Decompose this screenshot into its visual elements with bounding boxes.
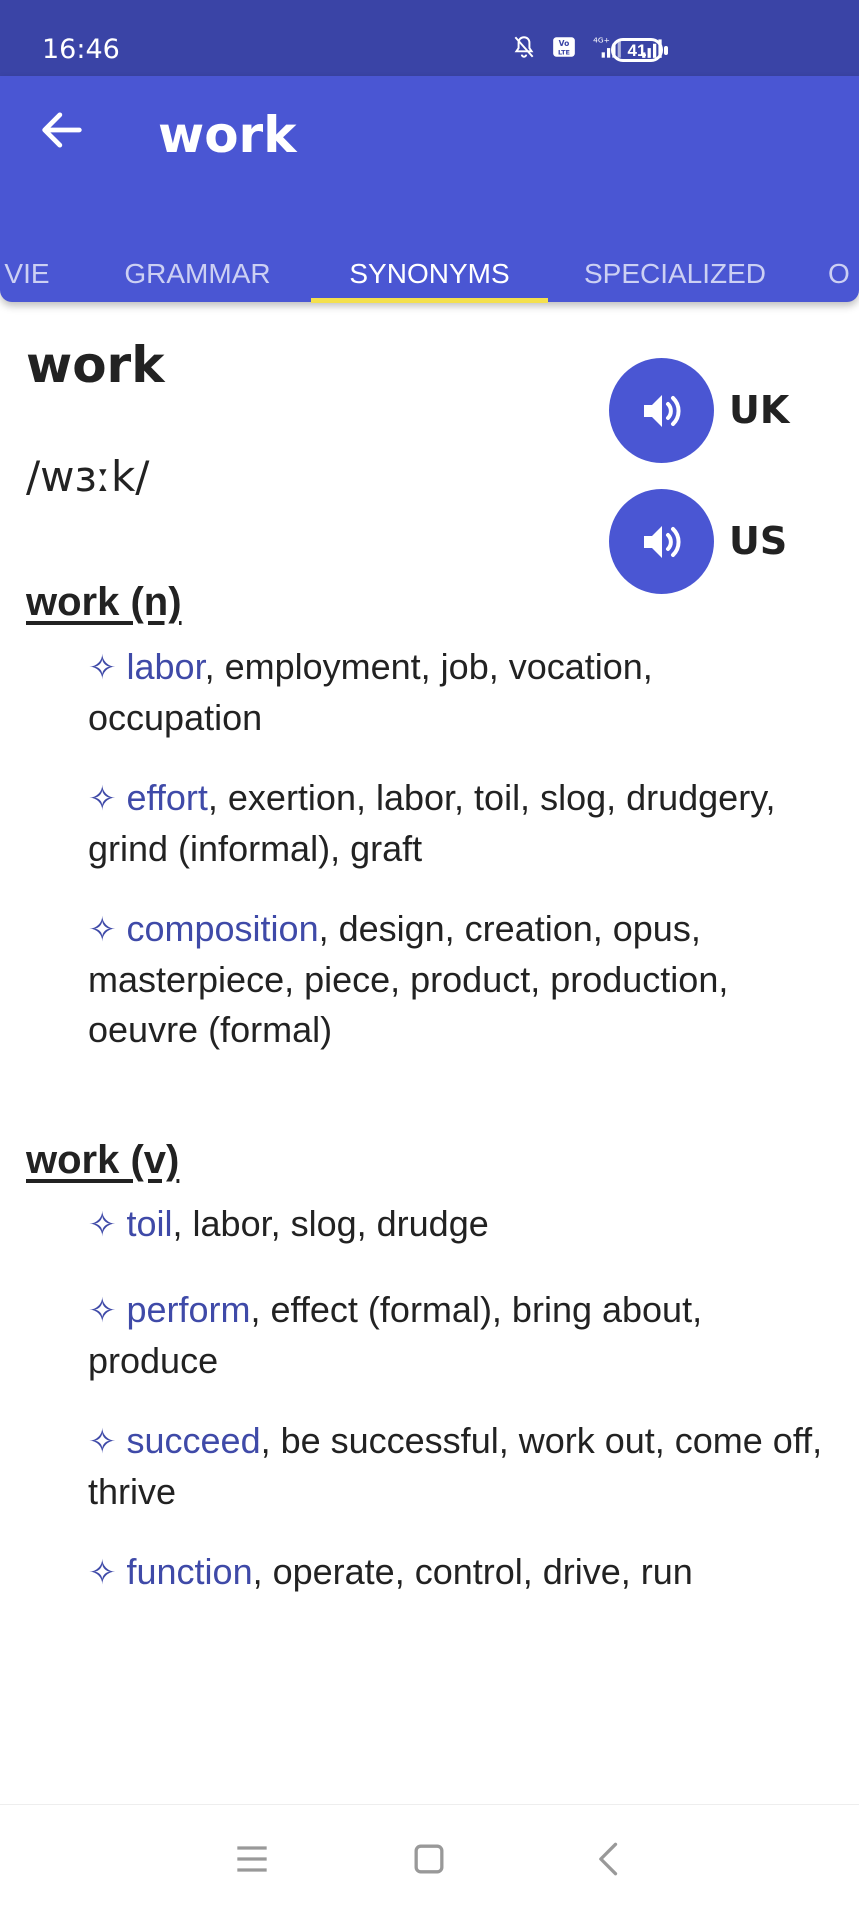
tab-indicator — [311, 298, 548, 303]
tab-grammar[interactable]: GRAMMAR — [110, 226, 285, 298]
sparkle-icon: ✧ — [88, 1206, 117, 1244]
synonym-list: , operate, control, drive, run — [252, 1551, 693, 1592]
sparkle-icon: ✧ — [88, 649, 117, 687]
tab-overflow[interactable]: O — [828, 226, 859, 298]
section-heading-verb: work (v) — [26, 1138, 180, 1182]
speak-uk-label: UK — [729, 388, 790, 432]
svg-text:Vo: Vo — [559, 39, 570, 48]
svg-text:4G+: 4G+ — [593, 36, 610, 45]
synonym-head-link[interactable]: labor — [127, 646, 205, 687]
speak-us-button[interactable] — [609, 489, 714, 594]
sparkle-icon: ✧ — [88, 1292, 117, 1330]
speak-uk-button[interactable] — [609, 358, 714, 463]
synonym-group: ✧ effort, exertion, labor, toil, slog, dr… — [88, 773, 833, 874]
synonym-head-link[interactable]: toil — [127, 1203, 173, 1244]
synonym-group: ✧ labor, employment, job, vocation, occup… — [88, 642, 833, 743]
synonym-group: ✧ composition, design, creation, opus, ma… — [88, 904, 833, 1055]
speak-us-label: US — [729, 519, 788, 563]
synonym-group: ✧ succeed, be successful, work out, come … — [88, 1416, 833, 1517]
back-arrow-icon[interactable] — [36, 104, 88, 156]
back-chevron-icon[interactable] — [588, 1837, 632, 1881]
battery-icon: 41 — [611, 38, 668, 62]
sparkle-icon: ✧ — [88, 911, 117, 949]
app-bar: work VIE GRAMMAR SYNONYMS SPECIALIZED O — [0, 76, 859, 303]
status-time: 16:46 — [42, 34, 120, 65]
system-nav-bar — [0, 1804, 859, 1909]
synonym-group: ✧ function, operate, control, drive, run — [88, 1547, 833, 1598]
tab-bar: VIE GRAMMAR SYNONYMS SPECIALIZED O — [0, 226, 859, 303]
synonym-group: ✧ toil, labor, slog, drudge — [88, 1199, 833, 1250]
sparkle-icon: ✧ — [88, 1554, 117, 1592]
synonym-list: , labor, slog, drudge — [172, 1203, 489, 1244]
menu-icon[interactable] — [230, 1837, 274, 1881]
status-bar: 16:46 Vo LTE 4G+ 41 — [0, 0, 859, 76]
headword: work — [26, 336, 165, 394]
synonym-head-link[interactable]: succeed — [127, 1420, 261, 1461]
speaker-icon — [643, 525, 680, 558]
tab-synonyms[interactable]: SYNONYMS — [311, 226, 548, 298]
synonym-head-link[interactable]: perform — [127, 1289, 251, 1330]
mute-bell-icon — [514, 36, 534, 58]
synonym-head-link[interactable]: function — [127, 1551, 253, 1592]
svg-text:LTE: LTE — [558, 49, 570, 57]
sparkle-icon: ✧ — [88, 1423, 117, 1461]
synonym-group: ✧ perform, effect (formal), bring about, … — [88, 1285, 833, 1386]
synonym-head-link[interactable]: composition — [127, 908, 319, 949]
home-square-icon[interactable] — [407, 1837, 451, 1881]
tab-specialized[interactable]: SPECIALIZED — [570, 226, 780, 298]
page-title: work — [158, 106, 297, 164]
sparkle-icon: ✧ — [88, 780, 117, 818]
speaker-icon — [643, 394, 680, 427]
section-heading-noun: work (n) — [26, 580, 182, 624]
tab-vie[interactable]: VIE — [0, 226, 54, 298]
phonetic: /wɜːk/ — [26, 452, 150, 501]
synonym-head-link[interactable]: effort — [127, 777, 208, 818]
volte-icon: Vo LTE — [553, 37, 575, 57]
